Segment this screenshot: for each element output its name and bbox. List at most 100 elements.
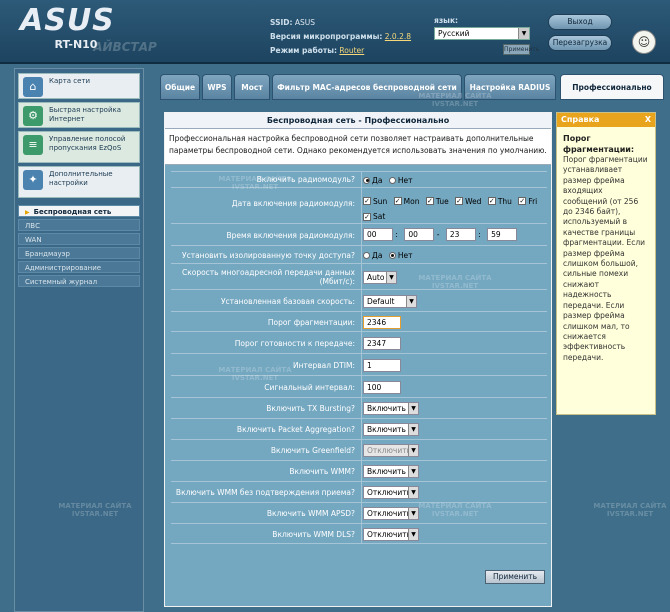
row-dtim: Интервал DTIM: 1 (171, 353, 547, 375)
language-select[interactable]: Русский ▼ (434, 27, 530, 40)
day-sat-checkbox[interactable]: ✓ (363, 212, 371, 221)
day-wed-checkbox[interactable]: ✓ (455, 197, 464, 205)
day-tue-checkbox[interactable]: ✓ (425, 197, 434, 205)
time-from-minute-input[interactable]: 00 (404, 228, 435, 241)
ssid-label: SSID: (270, 18, 293, 27)
wmm-noack-select[interactable]: Отключить ▼ (363, 486, 419, 499)
radio-no-label: Нет (397, 175, 413, 185)
basic-rate-select[interactable]: Default ▼ (363, 295, 417, 308)
dtim-label: Интервал DTIM: (292, 361, 355, 370)
sidebar-item-firewall[interactable]: Брандмауэр (18, 247, 140, 259)
select-value: Включить (367, 467, 406, 476)
radio-time-label: Время включения радиомодуля: (226, 231, 355, 240)
apply-button[interactable]: Применить (485, 570, 545, 584)
sidebar-item-syslog[interactable]: Системный журнал (18, 275, 140, 287)
watermark-text: IVSTAR.NET (606, 510, 654, 518)
firmware-link[interactable]: 2.0.2.8 (385, 32, 411, 41)
radio-enable-yes[interactable] (363, 176, 370, 184)
select-value: Включить (367, 404, 406, 413)
wmm-apsd-label: Включить WMM APSD? (266, 509, 355, 518)
radio-dates-label: Дата включения радиомодуля: (231, 199, 355, 208)
watermark: МАТЕРИАЛ САЙТА IVSTAR.NET (590, 502, 670, 518)
sidebar-item-administration[interactable]: Администрирование (18, 261, 140, 273)
panel-description: Профессиональная настройка беспроводной … (165, 129, 551, 165)
help-panel: Справка X Порог фрагментации: Порог фраг… (556, 112, 656, 415)
sidebar-item-network-map[interactable]: ⌂ Карта сети (18, 73, 140, 99)
row-packet-aggregation: Включить Packet Aggregation? Включить ▼ (171, 418, 547, 439)
sidebar-item-quick-setup[interactable]: ⚙ Быстрая настройка Интернет (18, 102, 140, 128)
advanced-settings-icon: ✦ (23, 170, 43, 190)
sidebar-item-label: Дополнительные настройки (49, 170, 113, 187)
tab-mac-filter[interactable]: Фильтр MAC-адресов беспроводной сети (272, 74, 462, 100)
time-from-hour-input[interactable]: 00 (363, 228, 393, 241)
day-label: Fri (528, 196, 538, 206)
row-multicast-rate: Скорость многоадресной передачи данных (… (171, 263, 547, 289)
chevron-down-icon: ▼ (408, 424, 418, 435)
chevron-down-icon: ▼ (408, 487, 418, 498)
sidebar-item-label: Беспроводная сеть (33, 208, 112, 216)
sidebar-item-label: WAN (25, 236, 42, 244)
isolated-ap-yes[interactable] (363, 251, 370, 259)
day-sun-checkbox[interactable]: ✓ (363, 197, 371, 205)
day-thu-checkbox[interactable]: ✓ (487, 197, 496, 205)
day-label: Thu (497, 196, 512, 206)
quick-setup-icon: ⚙ (23, 106, 43, 126)
tx-bursting-select[interactable]: Включить ▼ (363, 402, 419, 415)
chevron-down-icon: ▼ (408, 403, 418, 414)
radio-no-label: Нет (397, 250, 413, 260)
sidebar-item-label: Администрирование (25, 264, 102, 272)
watermark-text: МАТЕРИАЛ САЙТА (593, 502, 667, 510)
tab-radius[interactable]: Настройка RADIUS (464, 74, 556, 100)
day-mon-checkbox[interactable]: ✓ (393, 197, 402, 205)
radio-enable-no[interactable] (388, 176, 396, 184)
row-radio-dates: Дата включения радиомодуля: ✓ Sun ✓ Mon ✓ T… (171, 187, 547, 223)
multicast-rate-select[interactable]: Auto ▼ (363, 271, 397, 284)
chevron-down-icon: ▼ (408, 529, 418, 540)
day-fri-checkbox[interactable]: ✓ (518, 197, 527, 205)
select-value: Отключить (367, 509, 412, 518)
chevron-down-icon: ▼ (408, 445, 418, 456)
tab-general[interactable]: Общие (160, 74, 200, 100)
sidebar-item-label: Управление полосой пропускания EzQoS (49, 135, 126, 152)
sidebar-item-wan[interactable]: WAN (18, 233, 140, 245)
wmm-dls-select[interactable]: Отключить ▼ (363, 528, 419, 541)
time-to-hour-input[interactable]: 23 (445, 228, 476, 241)
rts-threshold-input[interactable]: 2347 (363, 337, 401, 350)
language-label: язык: (434, 16, 459, 25)
wmm-select[interactable]: Включить ▼ (363, 465, 419, 478)
logout-button[interactable]: Выход (548, 14, 612, 30)
tab-bridge[interactable]: Мост (234, 74, 270, 100)
select-value: Включить (367, 425, 406, 434)
sidebar-item-lan[interactable]: ЛВС (18, 219, 140, 231)
isolated-ap-no[interactable] (388, 251, 396, 259)
select-value: Отключить (367, 530, 412, 539)
wmm-noack-label: Включить WMM без подтверждения приема? (175, 488, 355, 497)
select-value: Отключить (367, 488, 412, 497)
sidebar-item-wireless[interactable]: Беспроводная сеть (18, 205, 140, 217)
time-to-minute-input[interactable]: 59 (487, 228, 518, 241)
network-map-icon: ⌂ (23, 77, 43, 97)
ssid-value: ASUS (294, 18, 316, 27)
mascot-icon: ☺ (632, 30, 656, 54)
close-icon[interactable]: X (645, 113, 651, 127)
language-apply-button[interactable]: Применить (503, 44, 539, 55)
wmm-dls-label: Включить WMM DLS? (272, 530, 355, 539)
reboot-button[interactable]: Перезагрузка (548, 35, 612, 51)
frag-threshold-label: Порог фрагментации: (267, 318, 355, 327)
sidebar-item-advanced[interactable]: ✦ Дополнительные настройки (18, 166, 140, 198)
mode-link[interactable]: Router (339, 46, 364, 55)
frag-threshold-input[interactable]: 2346 (363, 316, 401, 329)
select-value: Auto (367, 273, 385, 282)
tab-professional[interactable]: Профессионально (560, 74, 664, 100)
help-header: Справка X (557, 113, 655, 127)
sidebar-item-ezqos[interactable]: ≡ Управление полосой пропускания EzQoS (18, 131, 140, 163)
tab-wps[interactable]: WPS (202, 74, 232, 100)
dtim-input[interactable]: 1 (363, 359, 401, 372)
chevron-down-icon: ▼ (408, 508, 418, 519)
sidebar-item-label: ЛВС (25, 222, 40, 230)
packet-aggregation-select[interactable]: Включить ▼ (363, 423, 419, 436)
chevron-down-icon: ▼ (408, 466, 418, 477)
beacon-input[interactable]: 100 (363, 381, 401, 394)
day-label: Tue (435, 196, 449, 206)
wmm-apsd-select[interactable]: Отключить ▼ (363, 507, 419, 520)
